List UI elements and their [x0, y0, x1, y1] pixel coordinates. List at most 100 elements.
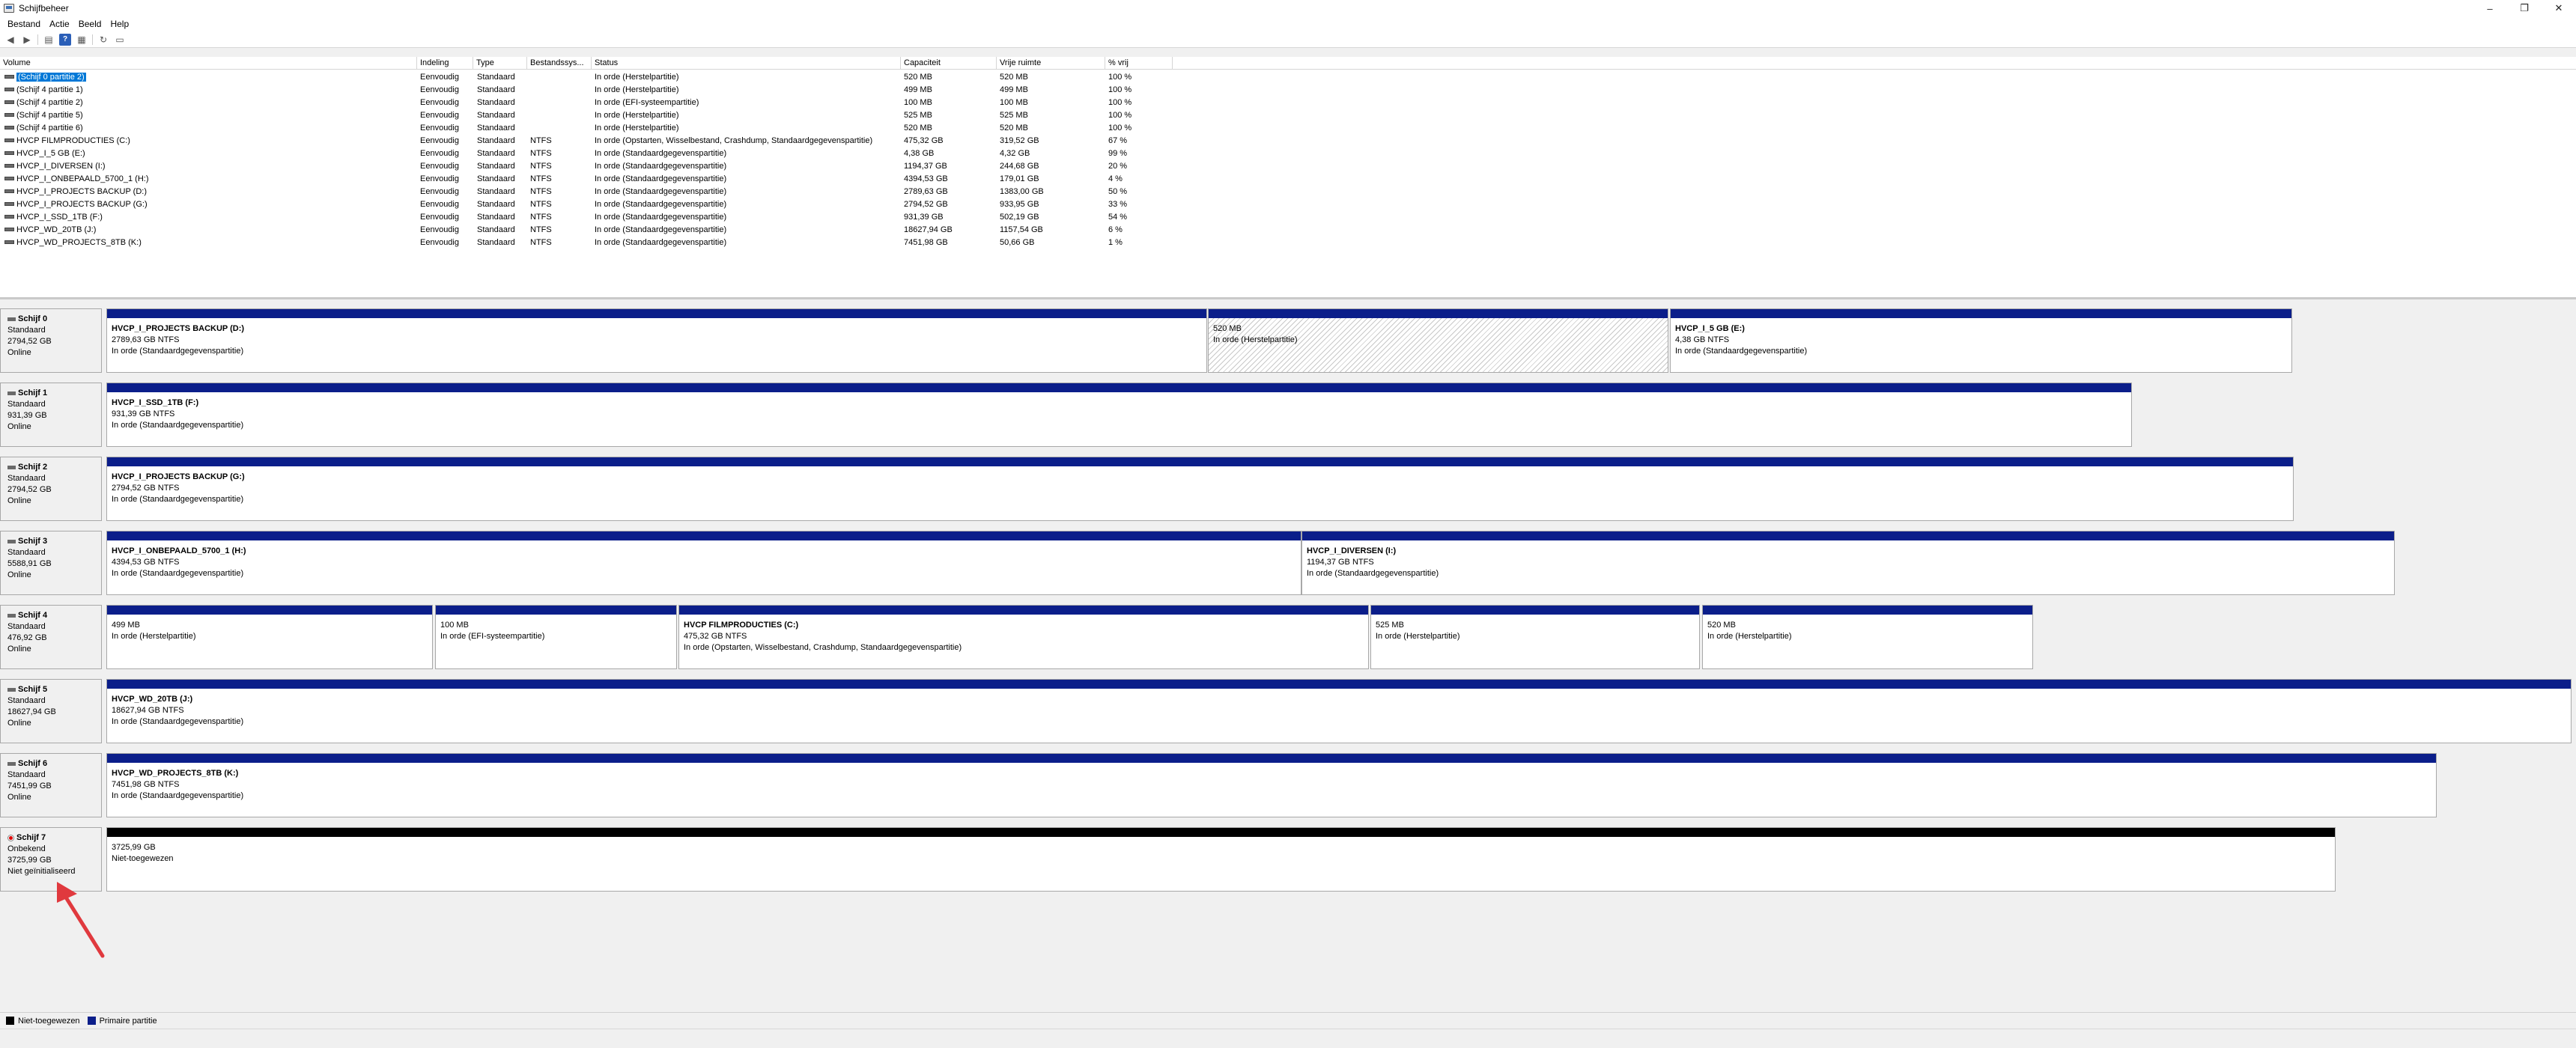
disk-state: Online — [7, 422, 31, 431]
menu-help[interactable]: Help — [106, 19, 133, 29]
disk-kind: Standaard — [7, 326, 46, 335]
column-header-volume[interactable]: Volume — [0, 57, 417, 70]
settings-icon[interactable]: ▭ — [114, 34, 126, 46]
volume-row[interactable]: (Schijf 4 partitie 2) Eenvoudig Standaard I… — [0, 97, 2576, 109]
volume-row[interactable]: HVCP_I_SSD_1TB (F:) Eenvoudig Standaard NTF… — [0, 211, 2576, 224]
properties-icon[interactable]: ▦ — [76, 34, 88, 46]
partition-status: In orde (Herstelpartitie) — [1707, 632, 1792, 641]
menu-actie[interactable]: Actie — [45, 19, 74, 29]
legend: Niet-toegewezen Primaire partitie — [0, 1012, 2576, 1029]
help-icon[interactable]: ? — [59, 33, 71, 46]
forward-icon[interactable]: ▶ — [21, 34, 33, 46]
column-header-filesystem[interactable]: Bestandssys... — [527, 57, 592, 70]
disk-label[interactable]: Schijf 6 Standaard 7451,99 GB Online — [0, 753, 102, 817]
restore-button[interactable]: ❐ — [2507, 0, 2542, 16]
status-bar — [0, 1029, 2576, 1048]
volume-status-cell: In orde (Herstelpartitie) — [595, 111, 679, 120]
disk-label[interactable]: Schijf 4 Standaard 476,92 GB Online — [0, 605, 102, 669]
volume-row[interactable]: HVCP_I_ONBEPAALD_5700_1 (H:) Eenvoudig Sta… — [0, 173, 2576, 186]
disk-label[interactable]: Schijf 2 Standaard 2794,52 GB Online — [0, 457, 102, 521]
partition-block[interactable]: 100 MB In orde (EFI-systeempartitie) — [435, 605, 677, 669]
partition-block[interactable]: HVCP_I_5 GB (E:) 4,38 GB NTFS In orde (Sta… — [1670, 308, 2292, 373]
volume-free-cell: 244,68 GB — [1000, 162, 1039, 171]
volume-row[interactable]: (Schijf 0 partitie 2) Eenvoudig Standaard I… — [0, 71, 2576, 84]
volume-free-cell: 1383,00 GB — [1000, 187, 1044, 196]
disk-label[interactable]: Schijf 3 Standaard 5588,91 GB Online — [0, 531, 102, 595]
partition-band — [107, 383, 2131, 392]
column-header-percent-free[interactable]: % vrij — [1105, 57, 1173, 70]
volume-fs-cell: NTFS — [530, 238, 552, 247]
column-header-capacity[interactable]: Capaciteit — [901, 57, 997, 70]
partition-block[interactable]: 520 MB In orde (Herstelpartitie) — [1208, 308, 1668, 373]
partition-band — [1671, 309, 2291, 318]
partition-block[interactable]: HVCP_I_PROJECTS BACKUP (G:) 2794,52 GB NT… — [106, 457, 2294, 521]
volume-name: HVCP_WD_PROJECTS_8TB (K:) — [16, 238, 142, 247]
partition-size: 7451,98 GB NTFS — [112, 780, 180, 789]
volume-row[interactable]: HVCP_WD_PROJECTS_8TB (K:) Eenvoudig Standa… — [0, 237, 2576, 249]
disk-label[interactable]: Schijf 0 Standaard 2794,52 GB Online — [0, 308, 102, 373]
partition-block[interactable]: 525 MB In orde (Herstelpartitie) — [1370, 605, 1700, 669]
disk-icon — [7, 392, 16, 395]
volume-name-cell: HVCP_I_PROJECTS BACKUP (G:) — [0, 198, 417, 211]
disk-size: 476,92 GB — [7, 633, 47, 642]
disk-name-text: Schijf 0 — [18, 314, 48, 323]
volume-row[interactable]: HVCP_I_5 GB (E:) Eenvoudig Standaard NTFS In… — [0, 147, 2576, 160]
volume-name-cell: HVCP_WD_PROJECTS_8TB (K:) — [0, 237, 417, 249]
volume-row[interactable]: HVCP FILMPRODUCTIES (C:) Eenvoudig Standaa… — [0, 135, 2576, 147]
volume-fs-cell — [530, 122, 592, 135]
volume-row[interactable]: HVCP_I_PROJECTS BACKUP (G:) Eenvoudig Stan… — [0, 198, 2576, 211]
column-header-status[interactable]: Status — [592, 57, 901, 70]
menu-bestand[interactable]: Bestand — [3, 19, 45, 29]
volume-layout-cell: Eenvoudig — [420, 174, 459, 183]
volume-pct-cell: 67 % — [1108, 136, 1128, 145]
volume-pct-cell: 100 % — [1108, 85, 1132, 94]
partition-block[interactable]: 520 MB In orde (Herstelpartitie) — [1702, 605, 2033, 669]
column-header-layout[interactable]: Indeling — [417, 57, 473, 70]
volume-icon — [4, 227, 14, 231]
volume-layout-cell: Eenvoudig — [420, 136, 459, 145]
volume-row[interactable]: HVCP_I_DIVERSEN (I:) Eenvoudig Standaard NT… — [0, 160, 2576, 173]
partition-block[interactable]: HVCP_WD_PROJECTS_8TB (K:) 7451,98 GB NTFS… — [106, 753, 2437, 817]
partition-block[interactable]: HVCP_I_ONBEPAALD_5700_1 (H:) 4394,53 GB N… — [106, 531, 1301, 595]
volume-row[interactable]: (Schijf 4 partitie 6) Eenvoudig Standaard I… — [0, 122, 2576, 135]
column-header-type[interactable]: Type — [473, 57, 527, 70]
partition-status: In orde (Opstarten, Wisselbestand, Crash… — [684, 643, 962, 652]
partition-block[interactable]: 499 MB In orde (Herstelpartitie) — [106, 605, 433, 669]
volume-capacity-cell: 525 MB — [904, 111, 932, 120]
column-header-free-space[interactable]: Vrije ruimte — [997, 57, 1105, 70]
volume-row[interactable]: (Schijf 4 partitie 5) Eenvoudig Standaard I… — [0, 109, 2576, 122]
volume-fs-cell — [530, 71, 592, 84]
column-header-filler — [1173, 57, 2576, 70]
minimize-button[interactable]: – — [2473, 0, 2507, 16]
volume-free-cell: 4,32 GB — [1000, 149, 1030, 158]
volume-name: HVCP_I_ONBEPAALD_5700_1 (H:) — [16, 174, 149, 183]
partition-block[interactable]: HVCP_I_SSD_1TB (F:) 931,39 GB NTFS In orde… — [106, 383, 2132, 447]
volume-row[interactable]: (Schijf 4 partitie 1) Eenvoudig Standaard I… — [0, 84, 2576, 97]
refresh-icon[interactable]: ↻ — [97, 34, 109, 46]
volume-row[interactable]: HVCP_WD_20TB (J:) Eenvoudig Standaard NTFS I… — [0, 224, 2576, 237]
partition-block[interactable]: 3725,99 GB Niet-toegewezen — [106, 827, 2336, 892]
disk-state: Niet geïnitialiseerd — [7, 867, 76, 876]
close-button[interactable]: ✕ — [2542, 0, 2576, 16]
menu-beeld[interactable]: Beeld — [74, 19, 106, 29]
disk-label[interactable]: Schijf 5 Standaard 18627,94 GB Online — [0, 679, 102, 743]
partition-block[interactable]: HVCP_WD_20TB (J:) 18627,94 GB NTFS In orde… — [106, 679, 2572, 743]
volume-name-cell: (Schijf 4 partitie 6) — [0, 122, 417, 135]
volume-name-cell: HVCP_I_ONBEPAALD_5700_1 (H:) — [0, 173, 417, 186]
disk-label[interactable]: Schijf 1 Standaard 931,39 GB Online — [0, 383, 102, 447]
disk-name-text: Schijf 6 — [18, 759, 48, 768]
partition-block[interactable]: HVCP_I_PROJECTS BACKUP (D:) 2789,63 GB NT… — [106, 308, 1207, 373]
volume-free-cell: 933,95 GB — [1000, 200, 1039, 209]
legend-primary: Primaire partitie — [87, 1017, 157, 1026]
disk-label[interactable]: Schijf 7 Onbekend 3725,99 GB Niet geïnitial… — [0, 827, 102, 892]
partition-block[interactable]: HVCP_I_DIVERSEN (I:) 1194,37 GB NTFS In or… — [1301, 531, 2395, 595]
partition-block[interactable]: HVCP FILMPRODUCTIES (C:) 475,32 GB NTFS In… — [678, 605, 1369, 669]
volume-name-cell: (Schijf 4 partitie 5) — [0, 109, 417, 122]
volume-name: (Schijf 4 partitie 2) — [16, 98, 83, 107]
volume-row[interactable]: HVCP_I_PROJECTS BACKUP (D:) Eenvoudig Stan… — [0, 186, 2576, 198]
list-icon[interactable]: ▤ — [43, 34, 55, 46]
disk-kind: Standaard — [7, 622, 46, 631]
volume-status-cell: In orde (Herstelpartitie) — [595, 73, 679, 82]
back-icon[interactable]: ◀ — [4, 34, 16, 46]
disk-icon — [7, 614, 16, 618]
